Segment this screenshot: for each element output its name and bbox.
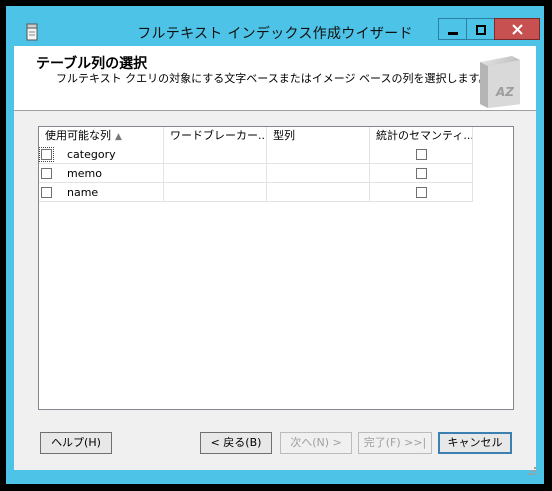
finish-button[interactable]: 完了(F) >>| xyxy=(358,432,432,454)
select-column-checkbox[interactable] xyxy=(41,187,52,198)
column-header-semantic[interactable]: 統計のセマンティ... xyxy=(370,127,473,145)
help-button[interactable]: ヘルプ(H) xyxy=(40,432,112,454)
book-icon: AZ xyxy=(472,52,528,112)
page-header: テーブル列の選択 フルテキスト クエリの対象にする文字ベースまたはイメージ ベー… xyxy=(14,46,536,111)
column-header-available[interactable]: 使用可能な列 ▲ xyxy=(39,127,164,145)
close-button[interactable] xyxy=(494,18,540,40)
column-header-type-column[interactable]: 型列 xyxy=(267,127,370,145)
type-column-cell[interactable] xyxy=(267,145,370,164)
sort-ascending-icon: ▲ xyxy=(115,132,122,142)
resize-grip-icon[interactable] xyxy=(526,460,536,475)
close-icon xyxy=(511,20,523,39)
maximize-button[interactable] xyxy=(466,18,494,40)
available-column-cell[interactable]: name xyxy=(39,183,164,202)
table-row[interactable]: memo xyxy=(39,164,473,183)
semantic-checkbox[interactable] xyxy=(416,168,427,179)
select-column-checkbox[interactable] xyxy=(39,147,54,162)
maximize-icon xyxy=(475,20,486,39)
minimize-button[interactable] xyxy=(438,18,466,40)
book-icon-label: AZ xyxy=(495,85,514,99)
semantic-checkbox[interactable] xyxy=(416,187,427,198)
type-column-cell[interactable] xyxy=(267,164,370,183)
column-name: memo xyxy=(67,167,102,180)
available-column-cell[interactable]: category xyxy=(39,145,164,164)
wizard-client-area: テーブル列の選択 フルテキスト クエリの対象にする文字ベースまたはイメージ ベー… xyxy=(14,46,536,475)
column-name: category xyxy=(67,148,116,161)
word-breaker-cell[interactable] xyxy=(164,164,267,183)
table-row[interactable]: category xyxy=(39,145,473,164)
back-button[interactable]: < 戻る(B) xyxy=(200,432,272,454)
column-grid[interactable]: 使用可能な列 ▲ ワードブレーカー... 型列 統計のセマンティ... categ… xyxy=(38,126,514,410)
wizard-window: フルテキスト インデックス作成ウイザード テーブル列の選択 フルテキスト クエリ… xyxy=(0,0,552,491)
next-button[interactable]: 次へ(N) > xyxy=(280,432,352,454)
available-column-cell[interactable]: memo xyxy=(39,164,164,183)
table-row[interactable]: name xyxy=(39,183,473,202)
page-description: フルテキスト クエリの対象にする文字ベースまたはイメージ ベースの列を選択します… xyxy=(56,72,490,85)
minimize-icon xyxy=(447,20,458,39)
column-header-word-breaker[interactable]: ワードブレーカー... xyxy=(164,127,267,145)
semantic-cell[interactable] xyxy=(370,145,473,164)
semantic-cell[interactable] xyxy=(370,183,473,202)
word-breaker-cell[interactable] xyxy=(164,183,267,202)
title-bar[interactable]: フルテキスト インデックス作成ウイザード xyxy=(6,6,544,46)
semantic-checkbox[interactable] xyxy=(416,149,427,160)
cancel-button[interactable]: キャンセル xyxy=(438,432,512,454)
select-column-checkbox[interactable] xyxy=(41,168,52,179)
word-breaker-cell[interactable] xyxy=(164,145,267,164)
type-column-cell[interactable] xyxy=(267,183,370,202)
column-name: name xyxy=(67,186,99,199)
semantic-cell[interactable] xyxy=(370,164,473,183)
